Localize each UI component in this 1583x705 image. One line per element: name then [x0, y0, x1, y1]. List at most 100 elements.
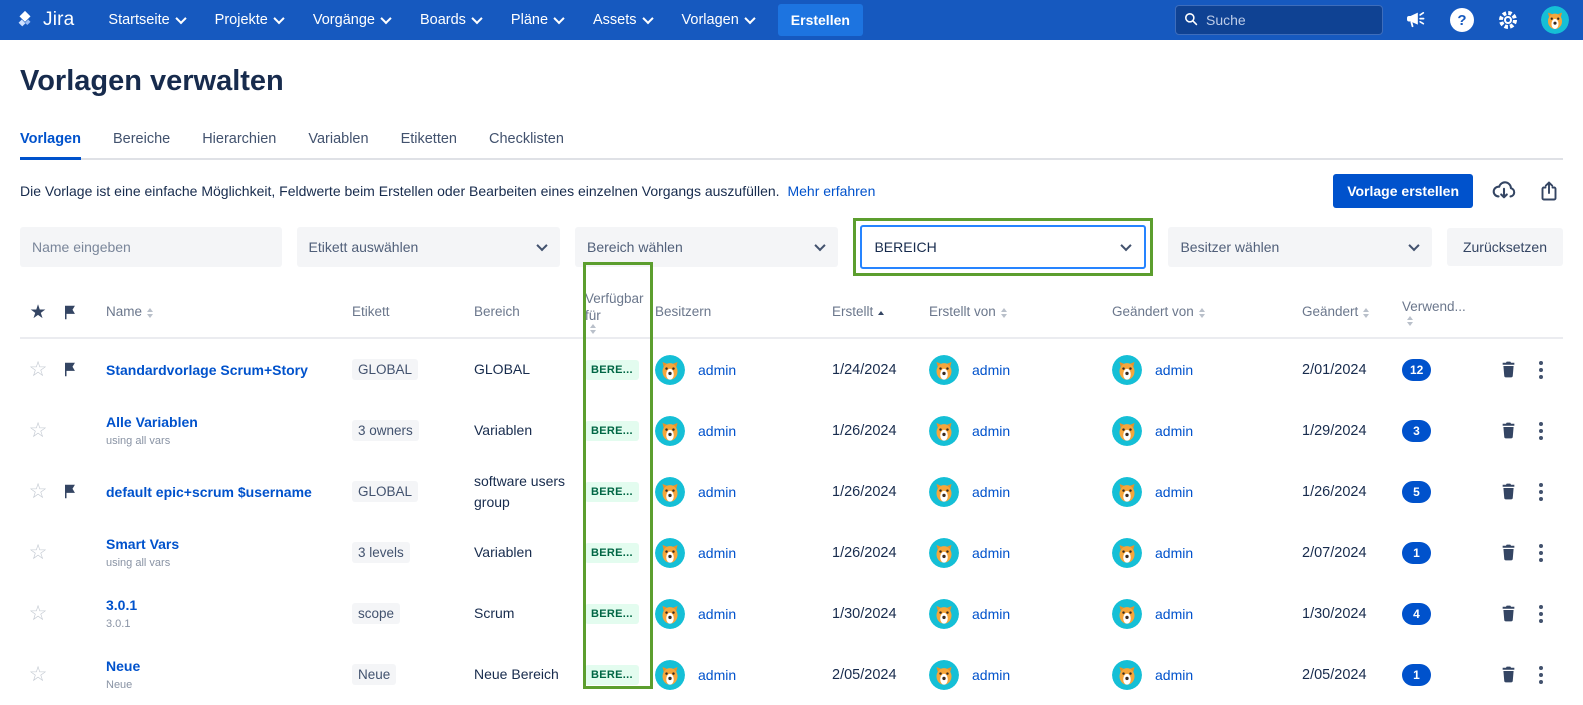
column-header-bereich[interactable]: Bereich — [474, 304, 585, 321]
delete-button[interactable] — [1500, 605, 1517, 622]
create-issue-button[interactable]: Erstellen — [777, 4, 863, 36]
column-header-geaendert-von[interactable]: Geändert von — [1112, 304, 1302, 321]
star-toggle-icon[interactable] — [29, 357, 48, 382]
column-header-verfuegbar-fuer[interactable]: Verfügbar für — [585, 291, 655, 335]
column-header-verwendungen[interactable]: Verwend... — [1402, 299, 1472, 326]
usage-count-badge[interactable]: 4 — [1402, 602, 1431, 625]
created-by-link[interactable]: admin — [972, 667, 1010, 683]
flag-icon[interactable] — [62, 484, 77, 499]
usage-count-badge[interactable]: 1 — [1402, 541, 1431, 564]
template-name-link[interactable]: 3.0.1 — [106, 597, 346, 613]
menu-plaene[interactable]: Pläne — [511, 12, 565, 28]
created-by-link[interactable]: admin — [972, 545, 1010, 561]
modified-by-link[interactable]: admin — [1155, 667, 1193, 683]
learn-more-link[interactable]: Mehr erfahren — [787, 183, 875, 199]
created-by-link[interactable]: admin — [972, 484, 1010, 500]
star-toggle-icon[interactable] — [29, 418, 48, 443]
owner-link[interactable]: admin — [698, 606, 736, 622]
available-for-pill[interactable]: BERE... — [585, 542, 639, 563]
created-by-link[interactable]: admin — [972, 362, 1010, 378]
user-avatar[interactable] — [1541, 6, 1569, 34]
menu-startseite[interactable]: Startseite — [108, 12, 187, 28]
tab-etiketten[interactable]: Etiketten — [401, 125, 457, 158]
star-toggle-icon[interactable] — [29, 540, 48, 565]
column-header-erstellt[interactable]: Erstellt — [832, 304, 929, 321]
menu-vorlagen[interactable]: Vorlagen — [682, 12, 756, 28]
available-for-pill[interactable]: BERE... — [585, 481, 639, 502]
created-by-link[interactable]: admin — [972, 606, 1010, 622]
create-template-button[interactable]: Vorlage erstellen — [1333, 174, 1473, 208]
template-name-link[interactable]: Neue — [106, 658, 346, 674]
tab-vorlagen[interactable]: Vorlagen — [20, 125, 81, 160]
available-for-pill[interactable]: BERE... — [585, 420, 639, 441]
gear-icon[interactable] — [1495, 7, 1521, 33]
row-menu-button[interactable] — [1539, 543, 1543, 562]
usage-count-badge[interactable]: 1 — [1402, 663, 1431, 686]
row-menu-button[interactable] — [1539, 604, 1543, 623]
bereich-filter-select-focused[interactable]: BEREICH — [860, 225, 1147, 269]
delete-button[interactable] — [1500, 422, 1517, 439]
flag-column-icon[interactable] — [62, 305, 77, 320]
row-menu-button[interactable] — [1539, 482, 1543, 501]
help-icon[interactable] — [1449, 7, 1475, 33]
column-header-geaendert[interactable]: Geändert — [1302, 304, 1402, 321]
owner-link[interactable]: admin — [698, 362, 736, 378]
available-for-pill[interactable]: BERE... — [585, 359, 639, 380]
delete-button[interactable] — [1500, 666, 1517, 683]
menu-boards[interactable]: Boards — [420, 12, 483, 28]
label-filter-select[interactable]: Etikett auswählen — [296, 227, 560, 267]
star-column-icon[interactable] — [29, 301, 46, 325]
available-for-pill[interactable]: BERE... — [585, 664, 639, 685]
modified-by-link[interactable]: admin — [1155, 606, 1193, 622]
jira-logo[interactable]: Jira — [14, 9, 74, 31]
tab-variablen[interactable]: Variablen — [308, 125, 368, 158]
menu-assets[interactable]: Assets — [593, 12, 654, 28]
search-input[interactable] — [1175, 5, 1383, 35]
owner-filter-select[interactable]: Besitzer wählen — [1168, 227, 1432, 267]
owner-link[interactable]: admin — [698, 667, 736, 683]
export-icon[interactable] — [1535, 177, 1563, 205]
created-by-link[interactable]: admin — [972, 423, 1010, 439]
star-toggle-icon[interactable] — [29, 662, 48, 687]
modified-date: 2/05/2024 — [1302, 666, 1367, 683]
owner-link[interactable]: admin — [698, 545, 736, 561]
modified-by-link[interactable]: admin — [1155, 545, 1193, 561]
delete-button[interactable] — [1500, 361, 1517, 378]
modified-by-link[interactable]: admin — [1155, 362, 1193, 378]
star-toggle-icon[interactable] — [29, 601, 48, 626]
star-toggle-icon[interactable] — [29, 479, 48, 504]
owner-link[interactable]: admin — [698, 423, 736, 439]
template-name-link[interactable]: default epic+scrum $username — [106, 484, 346, 500]
row-menu-button[interactable] — [1539, 665, 1543, 684]
template-name-link[interactable]: Standardvorlage Scrum+Story — [106, 362, 346, 378]
tab-hierarchien[interactable]: Hierarchien — [202, 125, 276, 158]
announcements-icon[interactable] — [1403, 7, 1429, 33]
column-header-besitzern[interactable]: Besitzern — [655, 304, 832, 321]
menu-projekte[interactable]: Projekte — [215, 12, 285, 28]
column-header-name[interactable]: Name — [106, 304, 352, 321]
row-menu-button[interactable] — [1539, 360, 1543, 379]
template-name-link[interactable]: Alle Variablen — [106, 414, 346, 430]
tab-checklisten[interactable]: Checklisten — [489, 125, 564, 158]
scope-text: GLOBAL — [474, 361, 531, 378]
reset-filters-button[interactable]: Zurücksetzen — [1446, 228, 1563, 266]
tab-bereiche[interactable]: Bereiche — [113, 125, 170, 158]
name-filter-input[interactable] — [20, 227, 282, 267]
modified-by-link[interactable]: admin — [1155, 484, 1193, 500]
usage-count-badge[interactable]: 3 — [1402, 419, 1431, 442]
menu-vorgaenge[interactable]: Vorgänge — [313, 12, 392, 28]
usage-count-badge[interactable]: 12 — [1402, 358, 1432, 381]
row-menu-button[interactable] — [1539, 421, 1543, 440]
scope-filter-select[interactable]: Bereich wählen — [575, 227, 839, 267]
owner-link[interactable]: admin — [698, 484, 736, 500]
available-for-pill[interactable]: BERE... — [585, 603, 639, 624]
import-cloud-download-icon[interactable] — [1489, 176, 1519, 206]
column-header-etikett[interactable]: Etikett — [352, 304, 474, 321]
delete-button[interactable] — [1500, 483, 1517, 500]
modified-by-link[interactable]: admin — [1155, 423, 1193, 439]
flag-icon[interactable] — [62, 362, 77, 377]
delete-button[interactable] — [1500, 544, 1517, 561]
usage-count-badge[interactable]: 5 — [1402, 480, 1431, 503]
template-name-link[interactable]: Smart Vars — [106, 536, 346, 552]
column-header-erstellt-von[interactable]: Erstellt von — [929, 304, 1112, 321]
